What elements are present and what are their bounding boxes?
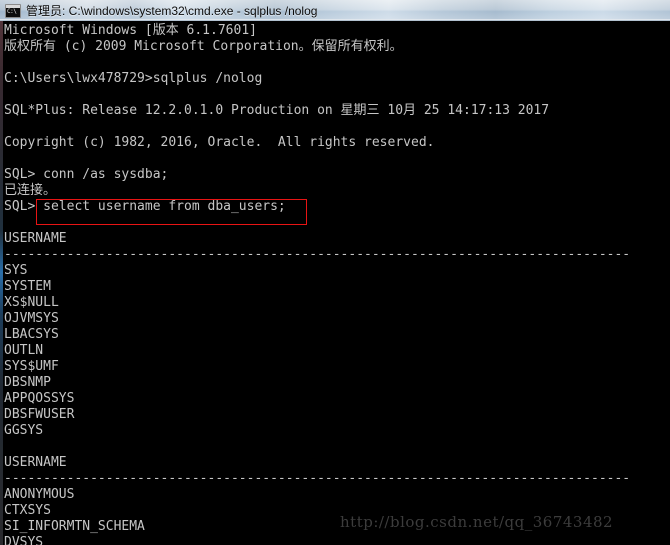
console-line: APPQOSSYS <box>4 391 75 406</box>
console-line: 版权所有 (c) 2009 Microsoft Corporation。保留所有… <box>4 39 403 54</box>
console-line: 已连接。 <box>4 183 57 198</box>
console-left-edge <box>0 21 3 545</box>
console-line: LBACSYS <box>4 327 59 342</box>
console-line: Copyright (c) 1982, 2016, Oracle. All ri… <box>4 135 435 150</box>
console-line: OUTLN <box>4 343 44 358</box>
console-line: SYS$UMF <box>4 359 59 374</box>
window-title: 管理员: C:\windows\system32\cmd.exe - sqlpl… <box>26 3 318 18</box>
console-line: SYSTEM <box>4 279 51 294</box>
console-line: ANONYMOUS <box>4 487 75 502</box>
console-output: Microsoft Windows [版本 6.1.7601] 版权所有 (c) … <box>4 23 670 545</box>
cmd-window: C:\ 管理员: C:\windows\system32\cmd.exe - s… <box>0 0 670 545</box>
console-line: DBSFWUSER <box>4 407 75 422</box>
console-line: DBSNMP <box>4 375 51 390</box>
console-line: DVSYS <box>4 535 44 545</box>
console-line: SQL> select username from dba_users; <box>4 199 286 214</box>
console-line: USERNAME <box>4 455 67 470</box>
console-line: GGSYS <box>4 423 44 438</box>
console-line: ----------------------------------------… <box>4 247 631 262</box>
console-line: SQL*Plus: Release 12.2.0.1.0 Production … <box>4 103 550 118</box>
console-line: USERNAME <box>4 231 67 246</box>
title-bar[interactable]: C:\ 管理员: C:\windows\system32\cmd.exe - s… <box>0 0 670 21</box>
console-window-icon: C:\ <box>5 3 21 18</box>
console-line: OJVMSYS <box>4 311 59 326</box>
console-line: SYS <box>4 263 28 278</box>
console-line: XS$NULL <box>4 295 59 310</box>
console-line: ----------------------------------------… <box>4 471 631 486</box>
console-line: Microsoft Windows [版本 6.1.7601] <box>4 23 257 38</box>
watermark-url: http://blog.csdn.net/qq_36743482 <box>340 513 614 531</box>
console-line: SQL> conn /as sysdba; <box>4 167 169 182</box>
console-client-area[interactable]: Microsoft Windows [版本 6.1.7601] 版权所有 (c) … <box>0 21 670 545</box>
console-line: C:\Users\lwx478729>sqlplus /nolog <box>4 71 263 86</box>
console-icon-prompt-text: C:\ <box>7 7 17 15</box>
